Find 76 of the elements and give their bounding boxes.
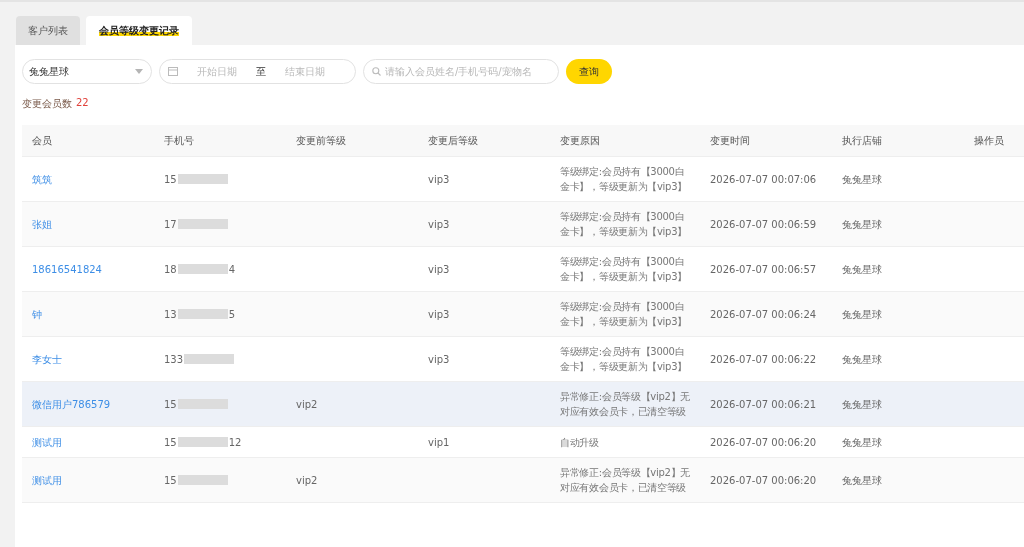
- count-value: 22: [76, 97, 89, 110]
- table-cell-text: 2026-07-07 00:06:20: [710, 473, 817, 488]
- table-cell-text: 2026-07-07 00:06:24: [710, 307, 817, 322]
- member-link[interactable]: 张姐: [32, 216, 52, 232]
- table-cell-text: 兔兔星球: [842, 352, 882, 367]
- table-cell-text: 2026-07-07 00:06:22: [710, 352, 817, 367]
- redaction-blur: [177, 264, 228, 274]
- table-cell-text: 等级绑定:会员持有【3000白金卡】，等级更新为【vip3】: [560, 300, 688, 329]
- table-cell-text: 等级绑定:会员持有【3000白金卡】，等级更新为【vip3】: [560, 255, 688, 284]
- table-cell-text: 兔兔星球: [842, 435, 882, 450]
- table-cell-text: 兔兔星球: [842, 307, 882, 322]
- column-header: 变更时间: [710, 133, 751, 148]
- column-header: 会员: [32, 133, 53, 148]
- table-cell-text: 2026-07-07 00:06:20: [710, 435, 817, 450]
- member-link[interactable]: 测试用: [32, 472, 62, 488]
- redaction-blur: [177, 219, 228, 229]
- phone-prefix: 13: [164, 307, 177, 322]
- table-cell-text: 2026-07-07 00:07:06: [710, 172, 817, 187]
- table-cell-text: 兔兔星球: [842, 262, 882, 277]
- phone-prefix: 15: [164, 435, 177, 450]
- column-header: 操作员: [974, 133, 1005, 148]
- table-cell-text: 兔兔星球: [842, 217, 882, 232]
- member-link[interactable]: 测试用: [32, 434, 62, 450]
- table-cell-text: 等级绑定:会员持有【3000白金卡】，等级更新为【vip3】: [560, 165, 688, 194]
- phone-prefix: 18: [164, 262, 177, 277]
- date-separator: 至: [256, 64, 266, 79]
- phone-suffix: 4: [228, 262, 236, 277]
- phone-prefix: 15: [164, 172, 177, 187]
- phone-suffix: 5: [228, 307, 236, 322]
- phone-prefix: 15: [164, 473, 177, 488]
- table-cell-text: 等级绑定:会员持有【3000白金卡】，等级更新为【vip3】: [560, 345, 688, 374]
- table-cell-text: 2026-07-07 00:06:21: [710, 397, 817, 412]
- phone-prefix: 15: [164, 397, 177, 412]
- table-cell-text: vip1: [428, 435, 450, 450]
- table-cell-text: 2026-07-07 00:06:59: [710, 217, 817, 232]
- table-cell-text: vip3: [428, 217, 450, 232]
- table-cell-text: 异常修正:会员等级【vip2】无对应有效会员卡，已清空等级: [560, 466, 691, 495]
- member-link[interactable]: 微信用户786579: [32, 396, 111, 412]
- column-header: 变更前等级: [296, 133, 347, 148]
- table-cell-text: vip3: [428, 307, 450, 322]
- column-header: 手机号: [164, 133, 195, 148]
- phone-prefix: 17: [164, 217, 177, 232]
- phone-suffix: 12: [228, 435, 242, 450]
- redaction-blur: [177, 399, 228, 409]
- table-cell-text: vip3: [428, 262, 450, 277]
- redaction-blur: [184, 354, 235, 364]
- table-cell-text: 2026-07-07 00:06:57: [710, 262, 817, 277]
- member-link[interactable]: 18616541824: [32, 261, 102, 277]
- phone-prefix: 133: [164, 352, 184, 367]
- count-label: 变更会员数: [22, 97, 72, 111]
- redaction-blur: [177, 309, 228, 319]
- table-cell-text: 兔兔星球: [842, 397, 882, 412]
- redaction-blur: [177, 437, 228, 447]
- table-cell-text: vip3: [428, 172, 450, 187]
- table-cell-text: 自动升级: [560, 435, 600, 450]
- query-button[interactable]: 查询: [566, 59, 612, 84]
- table-cell-text: 兔兔星球: [842, 473, 882, 488]
- column-header: 变更后等级: [428, 133, 479, 148]
- table-cell-text: vip3: [428, 352, 450, 367]
- tab[interactable]: 客户列表: [16, 16, 80, 45]
- column-header: 执行店铺: [842, 133, 883, 148]
- redaction-blur: [177, 174, 228, 184]
- member-link[interactable]: 钟: [32, 306, 42, 322]
- caret-icon: [135, 69, 143, 74]
- table-cell-text: vip2: [296, 473, 318, 488]
- column-header: 变更原因: [560, 133, 601, 148]
- redaction-blur: [177, 475, 228, 485]
- member-link[interactable]: 李女士: [32, 351, 62, 367]
- table-cell-text: 异常修正:会员等级【vip2】无对应有效会员卡，已清空等级: [560, 390, 691, 419]
- search-field[interactable]: 请输入会员姓名/手机号码/宠物名: [363, 59, 559, 84]
- table-cell-text: 兔兔星球: [842, 172, 882, 187]
- table-cell-text: 等级绑定:会员持有【3000白金卡】，等级更新为【vip3】: [560, 210, 688, 239]
- search-icon: [372, 67, 381, 76]
- table-cell-text: vip2: [296, 397, 318, 412]
- member-link[interactable]: 筑筑: [32, 171, 52, 187]
- calendar-icon: [168, 67, 178, 76]
